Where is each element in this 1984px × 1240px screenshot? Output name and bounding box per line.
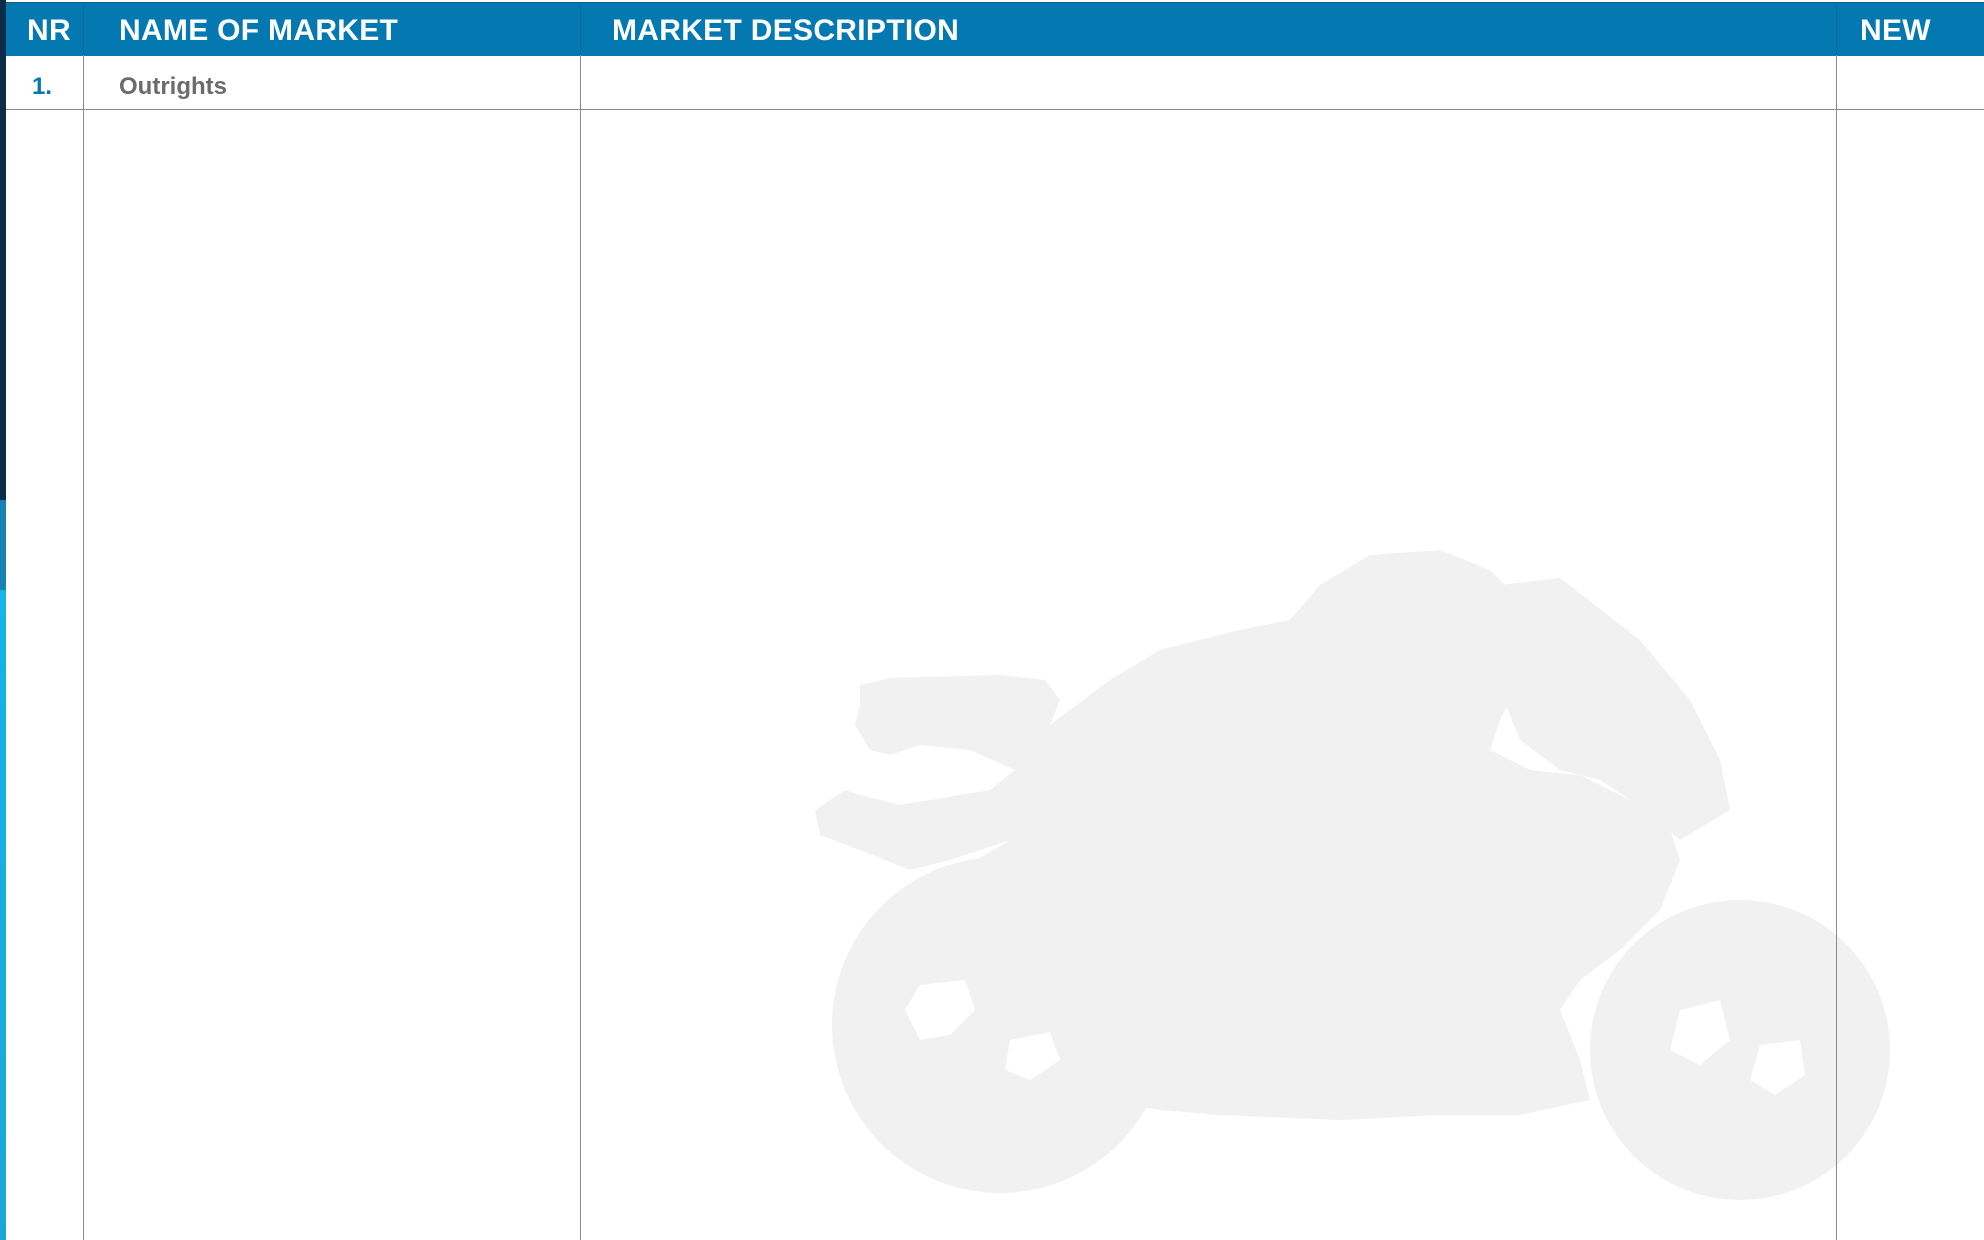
table-header-row: NR NAME OF MARKET MARKET DESCRIPTION NEW — [6, 2, 1984, 56]
header-nr: NR — [27, 14, 71, 47]
header-name-of-market: NAME OF MARKET — [119, 14, 399, 47]
market-table-page: NR NAME OF MARKET MARKET DESCRIPTION NEW… — [0, 0, 1984, 1240]
header-divider — [83, 2, 84, 55]
header-new: NEW — [1860, 14, 1931, 47]
row-number: 1. — [32, 73, 53, 100]
header-divider — [580, 2, 581, 55]
row-market-name: Outrights — [119, 73, 227, 100]
column-divider — [580, 55, 581, 1240]
column-divider — [83, 55, 84, 1240]
row-divider — [6, 109, 1984, 110]
market-table: NR NAME OF MARKET MARKET DESCRIPTION NEW… — [6, 0, 1984, 1240]
header-divider — [1836, 2, 1837, 55]
header-market-description: MARKET DESCRIPTION — [612, 14, 960, 47]
column-divider — [1836, 55, 1837, 1240]
